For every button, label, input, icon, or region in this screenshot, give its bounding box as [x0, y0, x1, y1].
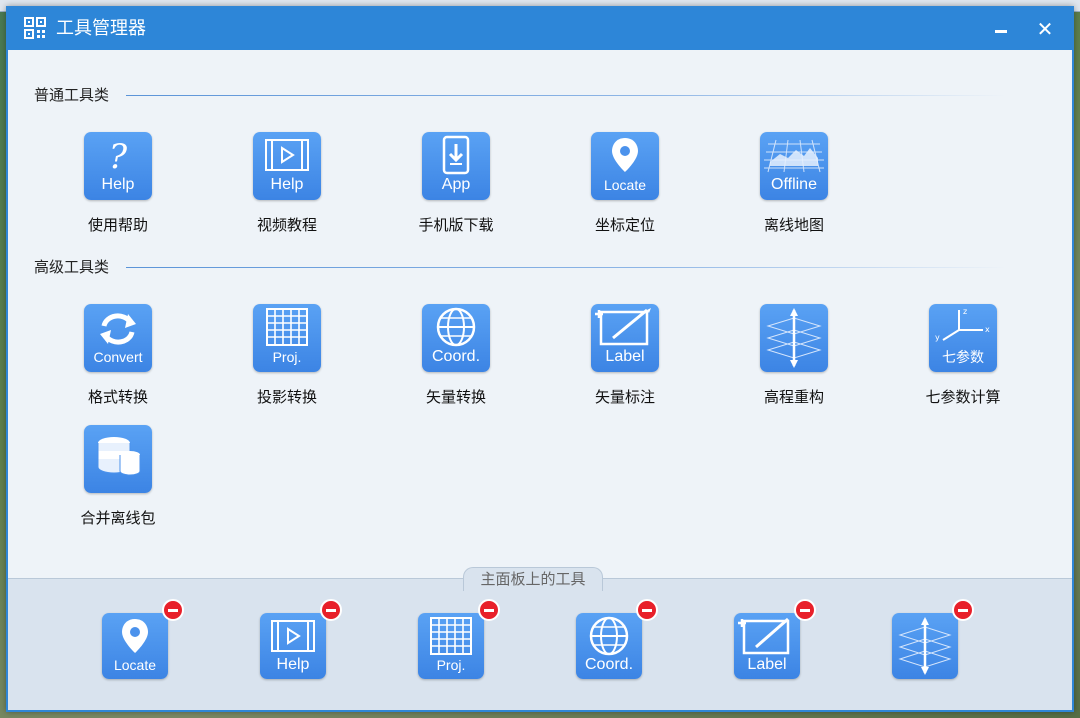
svg-text:z: z	[963, 307, 967, 316]
phone-download-icon: App	[422, 132, 490, 200]
tool-help[interactable]: ? Help 使用帮助	[43, 132, 193, 242]
tool-caption: Help	[276, 656, 310, 673]
minimize-icon	[995, 30, 1007, 33]
tool-label: 坐标定位	[594, 216, 655, 234]
tool-caption: Proj.	[272, 349, 302, 365]
offline-map-icon: Offline	[760, 132, 828, 200]
elevation-icon	[892, 613, 958, 679]
tool-label: 合并离线包	[80, 509, 156, 527]
svg-text:y: y	[935, 333, 940, 342]
panel-tool-video-help[interactable]: Help	[260, 599, 342, 693]
remove-tool-button[interactable]	[952, 599, 974, 621]
tool-coordinate-locate[interactable]: Locate 坐标定位	[550, 132, 700, 242]
window-title: 工具管理器	[56, 18, 146, 39]
tool-vector-label[interactable]: Label 矢量标注	[550, 304, 700, 414]
title-bar[interactable]: 工具管理器 ✕	[8, 8, 1072, 50]
svg-text:?: ?	[109, 137, 128, 177]
tool-seven-parameter[interactable]: z x y 七参数 七参数计算	[888, 304, 1038, 414]
panel-tool-elevation[interactable]	[892, 599, 974, 693]
video-icon: Help	[260, 613, 326, 679]
tool-label: 矢量转换	[425, 388, 486, 406]
tool-caption: Locate	[113, 657, 157, 673]
section-title-general: 普通工具类	[34, 86, 110, 104]
grid-icon: Proj.	[418, 613, 484, 679]
tool-label: 高程重构	[763, 388, 824, 406]
close-button[interactable]: ✕	[1032, 16, 1058, 42]
tool-merge-offline-package[interactable]: 合并离线包	[43, 425, 193, 535]
remove-tool-button[interactable]	[636, 599, 658, 621]
section-title-advanced: 高级工具类	[34, 258, 110, 276]
main-panel-title: 主面板上的工具	[463, 567, 603, 591]
panel-tool-coordinate[interactable]: Coord.	[576, 599, 658, 693]
globe-icon: Coord.	[422, 304, 490, 372]
tool-caption: Offline	[771, 176, 817, 193]
tool-label: 格式转换	[87, 388, 148, 406]
tool-label: 投影转换	[256, 388, 317, 406]
tool-projection-convert[interactable]: Proj. 投影转换	[212, 304, 362, 414]
axes-icon: z x y 七参数	[929, 304, 997, 372]
tool-video-tutorial[interactable]: Help 视频教程	[212, 132, 362, 242]
panel-tool-locate[interactable]: Locate	[102, 599, 184, 693]
tool-mobile-download[interactable]: App 手机版下载	[381, 132, 531, 242]
tool-label: 手机版下载	[418, 216, 494, 234]
remove-tool-button[interactable]	[794, 599, 816, 621]
tool-caption: Proj.	[436, 657, 466, 673]
tool-label: 离线地图	[763, 216, 824, 234]
tool-caption: Label	[605, 348, 645, 365]
tool-label: 矢量标注	[594, 388, 655, 406]
tool-caption: Convert	[93, 349, 143, 365]
remove-tool-button[interactable]	[478, 599, 500, 621]
section-divider-advanced	[126, 267, 1006, 268]
tool-format-convert[interactable]: Convert 格式转换	[43, 304, 193, 414]
panel-tool-label[interactable]: Label	[734, 599, 816, 693]
tool-label: 使用帮助	[87, 216, 148, 234]
remove-tool-button[interactable]	[320, 599, 342, 621]
location-pin-icon: Locate	[591, 132, 659, 200]
svg-text:x: x	[985, 325, 990, 334]
question-icon: ? Help	[84, 132, 152, 200]
elevation-icon	[760, 304, 828, 372]
remove-tool-button[interactable]	[162, 599, 184, 621]
qr-code-icon	[24, 17, 46, 39]
section-divider-general	[126, 95, 1006, 96]
video-icon: Help	[253, 132, 321, 200]
tool-vector-convert[interactable]: Coord. 矢量转换	[381, 304, 531, 414]
tool-label: 七参数计算	[925, 388, 1001, 406]
tool-caption: Coord.	[584, 656, 634, 673]
tool-caption: Locate	[603, 177, 647, 193]
tool-elevation-rebuild[interactable]: 高程重构	[719, 304, 869, 414]
database-icon	[84, 425, 152, 493]
panel-tool-projection[interactable]: Proj.	[418, 599, 500, 693]
label-icon: Label	[734, 613, 800, 679]
grid-icon: Proj.	[253, 304, 321, 372]
tool-manager-dialog: 工具管理器 ✕ 普通工具类 ? Help 使用帮助 Help 视频教程 App …	[6, 6, 1074, 712]
main-panel-tools: 主面板上的工具 Locate Help Proj. Coord. Label	[8, 567, 1072, 710]
convert-icon: Convert	[84, 304, 152, 372]
tool-caption: Help	[270, 176, 304, 193]
tool-offline-map[interactable]: Offline 离线地图	[719, 132, 869, 242]
tool-caption: 七参数	[942, 349, 984, 365]
tool-label: 视频教程	[256, 216, 317, 234]
tool-caption: Label	[747, 656, 787, 673]
close-icon: ✕	[1036, 17, 1054, 41]
label-icon: Label	[591, 304, 659, 372]
minimize-button[interactable]	[988, 16, 1014, 42]
tool-caption: App	[441, 176, 471, 193]
location-pin-icon: Locate	[102, 613, 168, 679]
tool-caption: Coord.	[431, 348, 481, 365]
globe-icon: Coord.	[576, 613, 642, 679]
tool-caption: Help	[101, 176, 135, 193]
